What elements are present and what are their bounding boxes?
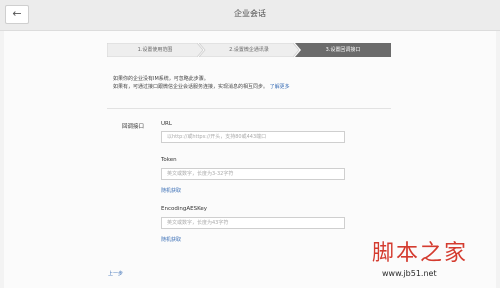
top-bar: ← 企业会话 xyxy=(0,0,500,31)
step-1: 1.设置使用范围 xyxy=(107,43,203,57)
step-2: 2.设置微企通讯录 xyxy=(199,43,299,57)
callback-section-label: 回调接口 xyxy=(122,124,145,130)
learn-more-link[interactable]: 了解更多 xyxy=(270,84,290,90)
description-line-1: 如果你的企业没有IM系统，可忽略此步骤。 xyxy=(113,76,209,82)
aes-key-label: EncodingAESKey xyxy=(161,206,208,212)
description-line-2: 如果有，可通过接口跟微信企业会话服务连接，实现消息的相互同步。 xyxy=(113,84,269,90)
step-1-label: 1.设置使用范围 xyxy=(137,47,173,53)
watermark-title: 脚本之家 xyxy=(372,241,469,266)
aes-key-input[interactable]: 英文或数字，长度为43字符 xyxy=(161,217,345,229)
divider xyxy=(107,108,391,109)
watermark: 脚本之家 www.jb51.net xyxy=(370,235,490,285)
url-input[interactable]: 以http://或https://开头，支持80或443端口 xyxy=(161,131,345,143)
previous-step-link[interactable]: 上一步 xyxy=(108,270,123,277)
description: 如果你的企业没有IM系统，可忽略此步骤。 如果有，可通过接口跟微信企业会话服务连… xyxy=(113,75,290,91)
page-title: 企业会话 xyxy=(234,9,266,18)
token-random-link[interactable]: 随机获取 xyxy=(161,187,181,194)
step-indicator: 1.设置使用范围 2.设置微企通讯录 3.设置回调接口 xyxy=(107,43,391,57)
url-label: URL xyxy=(161,121,172,127)
token-input[interactable]: 英文或数字，长度为3-32字符 xyxy=(161,168,345,180)
watermark-url: www.jb51.net xyxy=(382,269,437,278)
step-3-active: 3.设置回调接口 xyxy=(295,43,391,57)
token-label: Token xyxy=(161,157,177,163)
step-2-label: 2.设置微企通讯录 xyxy=(229,47,269,53)
step-3-label: 3.设置回调接口 xyxy=(325,47,361,53)
aes-random-link[interactable]: 随机获取 xyxy=(161,236,181,243)
